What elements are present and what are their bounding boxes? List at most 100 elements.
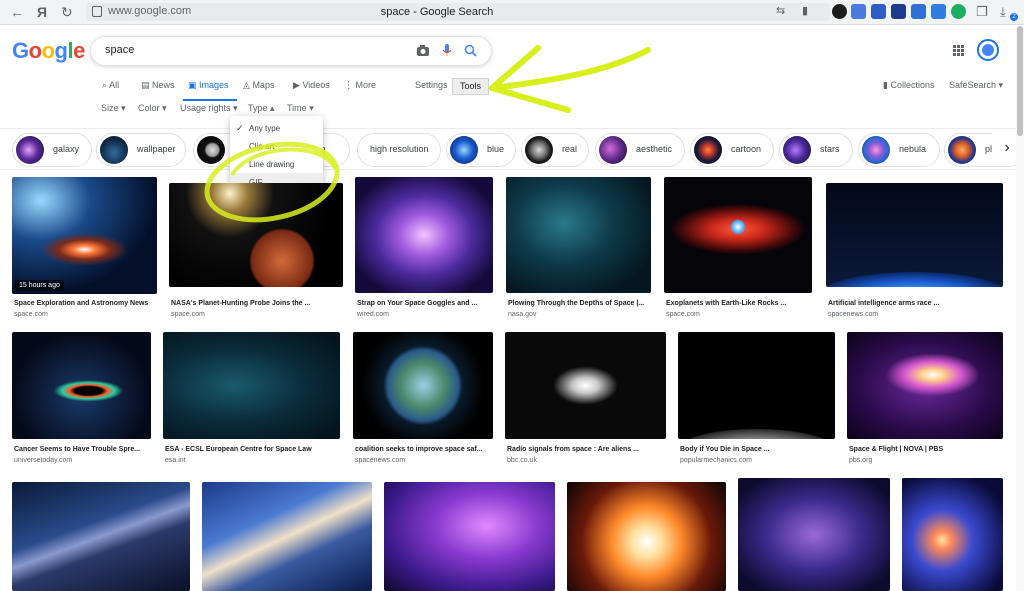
result-source[interactable]: bbc.co.uk [507,457,537,464]
chat-extension-icon[interactable]: ❐ [976,4,988,20]
tab-maps[interactable]: ◬ Maps [243,80,274,91]
extension-icon[interactable] [832,4,847,19]
chip-stars[interactable]: stars [779,133,853,167]
result-source[interactable]: popularmechanics.com [680,457,752,464]
videos-icon: ▶ [293,80,300,90]
result-image[interactable] [902,478,1003,591]
result-image[interactable]: 15 hours ago [12,177,157,294]
filter-time[interactable]: Time ▾ [287,103,314,114]
result-image[interactable] [678,332,835,439]
result-image[interactable] [355,177,493,293]
result-image[interactable] [202,482,372,591]
search-box[interactable]: space [90,36,492,66]
search-input[interactable]: space [105,44,134,56]
profile-avatar[interactable] [977,39,999,61]
result-caption[interactable]: NASA's Planet-Hunting Probe Joins the ..… [171,300,310,307]
result-source[interactable]: spacenews.com [828,311,878,318]
result-caption[interactable]: Strap on Your Space Goggles and ... [357,300,477,307]
caret-down-icon: ▾ [233,103,238,113]
result-caption[interactable]: ESA - ECSL European Centre for Space Law [165,446,312,453]
type-option-line-drawing[interactable]: Line drawing [249,160,294,169]
plane-extension-icon[interactable] [871,4,886,19]
result-image[interactable] [384,482,555,591]
result-image[interactable] [826,183,1003,287]
result-image[interactable] [353,332,493,439]
result-image[interactable] [12,482,190,591]
result-image[interactable] [847,332,1003,439]
result-source[interactable]: esa.int [165,457,186,464]
result-caption[interactable]: Plowing Through the Depths of Space |... [508,300,644,307]
result-caption[interactable]: Radio signals from space : Are aliens ..… [507,446,639,453]
counter-extension-icon[interactable] [891,4,906,19]
result-image[interactable] [505,332,666,439]
result-caption[interactable]: coalition seeks to improve space saf... [355,446,483,453]
tools-button[interactable]: Tools [452,78,489,95]
chip-real[interactable]: real [521,133,589,167]
filter-type[interactable]: Type ▴ [248,103,275,114]
result-image[interactable] [12,332,151,439]
result-image[interactable] [169,183,343,287]
type-option-any[interactable]: Any type [249,124,280,133]
chip-galaxy[interactable]: galaxy [12,133,92,167]
chip-thumbnail [16,136,44,164]
safesearch-dropdown[interactable]: SafeSearch ▾ [949,80,1003,91]
search-icon[interactable] [464,44,477,57]
bar-extension-icon[interactable] [911,4,926,19]
microphone-icon[interactable] [442,43,452,58]
chip-aesthetic[interactable]: aesthetic [595,133,685,167]
type-option-clip-art[interactable]: Clip art [249,142,274,151]
translate-extension-icon[interactable] [851,4,866,19]
chip-nebula[interactable]: nebula [858,133,940,167]
tab-videos[interactable]: ▶ Videos [293,80,330,91]
tab-all[interactable]: ⌕ All [102,80,119,91]
result-source[interactable]: space.com [171,311,205,318]
chip-label: aesthetic [636,144,673,154]
result-source[interactable]: universetoday.com [14,457,72,464]
filter-usage-rights[interactable]: Usage rights ▾ [180,103,238,114]
filter-size[interactable]: Size ▾ [101,103,126,114]
active-tab-indicator [183,99,237,101]
chip-thumbnail [525,136,553,164]
download-icon[interactable]: ⤓ [1000,4,1006,20]
annotation-arrow-shaft [489,47,651,91]
result-source[interactable]: space.com [14,311,48,318]
result-source[interactable]: nasa.gov [508,311,536,318]
chip-label: wallpaper [137,144,176,154]
chip-high-resolution[interactable]: high resolution [357,133,441,167]
tab-news[interactable]: ▤ News [141,80,175,91]
result-caption[interactable]: Space Exploration and Astronomy News [14,300,148,307]
chip-cartoon[interactable]: cartoon [690,133,774,167]
v-extension-icon[interactable] [931,4,946,19]
caret-down-icon: ▴ [270,103,275,113]
collections-link[interactable]: ▮ Collections [883,80,935,91]
google-logo[interactable]: Google [12,38,85,64]
tab-images[interactable]: ▣ Images [188,80,229,91]
result-caption[interactable]: Cancer Seems to Have Trouble Spre... [14,446,140,453]
result-image[interactable] [163,332,340,439]
chip-thumbnail [450,136,478,164]
filter-time-label: Time [287,103,307,113]
result-source[interactable]: wired.com [357,311,389,318]
tab-more[interactable]: ⋮ More [344,80,376,91]
chip-blue[interactable]: blue [446,133,516,167]
scrollbar-thumb[interactable] [1017,26,1023,136]
grammarly-icon[interactable] [951,4,966,19]
result-source[interactable]: pbs.org [849,457,872,464]
result-image[interactable] [567,482,726,591]
filter-color[interactable]: Color ▾ [138,103,167,114]
result-image[interactable] [664,177,812,293]
caret-down-icon: ▾ [121,103,126,113]
camera-icon[interactable] [416,44,430,57]
result-caption[interactable]: Space & Flight | NOVA | PBS [849,446,943,453]
result-caption[interactable]: Exoplanets with Earth-Like Rocks ... [666,300,786,307]
chip-wallpaper[interactable]: wallpaper [96,133,186,167]
apps-grid-icon[interactable] [953,45,964,56]
result-image[interactable] [506,177,651,293]
result-source[interactable]: space.com [666,311,700,318]
result-caption[interactable]: Artificial intelligence arms race ... [828,300,939,307]
result-source[interactable]: spacenews.com [355,457,405,464]
settings-link[interactable]: Settings [415,80,448,90]
search-icon: ⌕ [102,80,108,90]
result-image[interactable] [738,478,890,591]
result-caption[interactable]: Body if You Die in Space ... [680,446,770,453]
